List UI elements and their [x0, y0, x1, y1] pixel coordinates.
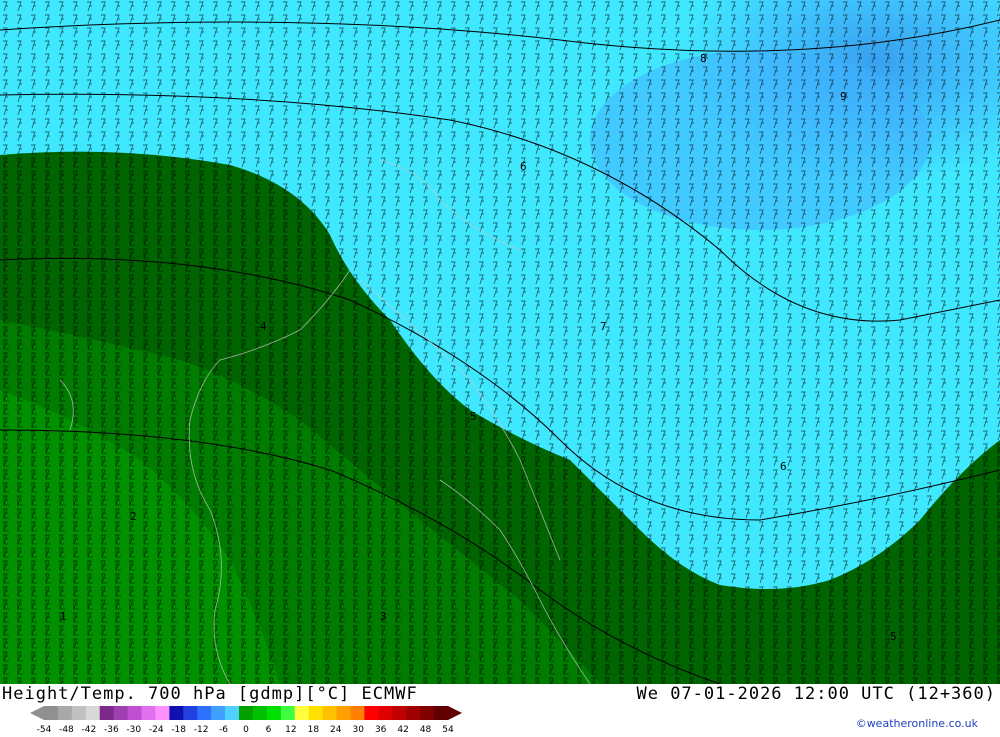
legend-swatch	[57, 706, 73, 720]
legend-swatch	[434, 706, 449, 720]
legend-arrow-left	[30, 706, 44, 720]
legend-swatch	[211, 706, 226, 720]
svg-text:4: 4	[260, 320, 267, 333]
map-title: Height/Temp. 700 hPa [gdmp][°C] ECMWF	[2, 684, 418, 704]
svg-text:9: 9	[840, 90, 847, 103]
credit-link[interactable]: ©weatheronline.co.uk	[856, 717, 978, 730]
legend-tick-label: -54	[37, 725, 52, 733]
svg-text:6: 6	[780, 460, 787, 473]
legend-swatch	[99, 706, 115, 720]
legend-swatch	[127, 706, 143, 720]
legend-arrow-right	[448, 706, 462, 720]
legend-swatch	[141, 706, 156, 720]
legend-swatch	[183, 706, 198, 720]
legend-swatch	[350, 706, 365, 720]
legend-tick-label: 12	[285, 725, 296, 733]
legend-swatch	[252, 706, 268, 720]
legend-tick-label: -30	[126, 725, 141, 733]
legend-swatch	[71, 706, 87, 720]
legend-swatch	[294, 706, 310, 720]
legend-tick-label: 36	[375, 725, 387, 733]
legend-swatch	[392, 706, 407, 720]
svg-text:2: 2	[130, 510, 137, 523]
legend-tick-label: -42	[82, 725, 97, 733]
legend-tick-label: 42	[397, 725, 408, 733]
legend-swatch	[322, 706, 338, 720]
legend-swatch	[364, 706, 379, 720]
legend-swatch	[155, 706, 170, 720]
legend-swatch	[280, 706, 296, 720]
legend-tick-label: -24	[149, 725, 164, 733]
legend-tick-label: -6	[219, 725, 228, 733]
legend-swatch	[239, 706, 254, 720]
map-canvas: 8 9 6 7 5 4 2 1 3 6 5	[0, 0, 1000, 684]
svg-text:3: 3	[380, 610, 387, 623]
svg-text:1: 1	[60, 610, 67, 623]
legend-tick-label: -12	[194, 725, 209, 733]
legend-tick-label: 54	[442, 725, 454, 733]
legend-swatch	[420, 706, 435, 720]
legend-swatch	[336, 706, 351, 720]
legend-swatch	[197, 706, 212, 720]
legend-tick-label: 6	[266, 725, 272, 733]
svg-text:6: 6	[520, 160, 527, 173]
color-legend: -54 -48 -42 -36 -30 -24 -18 -12 -6 0 6 12 18 24 30 36 42…	[0, 704, 470, 735]
legend-tick-label: 30	[352, 725, 364, 733]
legend-swatch	[169, 706, 184, 720]
legend-tick-label: 0	[243, 725, 249, 733]
legend-swatch	[378, 706, 393, 720]
legend-swatch	[225, 706, 240, 720]
legend-tick-label: -36	[104, 725, 119, 733]
weather-map: 8 9 6 7 5 4 2 1 3 6 5	[0, 0, 1000, 684]
legend-tick-label: -18	[171, 725, 186, 733]
legend-scale: -54 -48 -42 -36 -30 -24 -18 -12 -6 0 6 12 18 24 30 36 42…	[30, 706, 462, 735]
legend-tick-label: 48	[420, 725, 432, 733]
legend-swatch	[266, 706, 282, 720]
svg-text:5: 5	[470, 410, 477, 423]
legend-swatch	[85, 706, 101, 720]
legend-tick-label: 24	[330, 725, 342, 733]
legend-swatch	[406, 706, 421, 720]
legend-swatch	[308, 706, 324, 720]
legend-swatch	[113, 706, 129, 720]
legend-tick-label: -48	[59, 725, 74, 733]
svg-text:5: 5	[890, 630, 897, 643]
svg-text:7: 7	[600, 320, 607, 333]
svg-text:8: 8	[700, 52, 707, 65]
map-datetime: We 07-01-2026 12:00 UTC (12+360)	[636, 684, 996, 704]
legend-tick-label: 18	[308, 725, 320, 733]
legend-swatch	[44, 706, 59, 720]
